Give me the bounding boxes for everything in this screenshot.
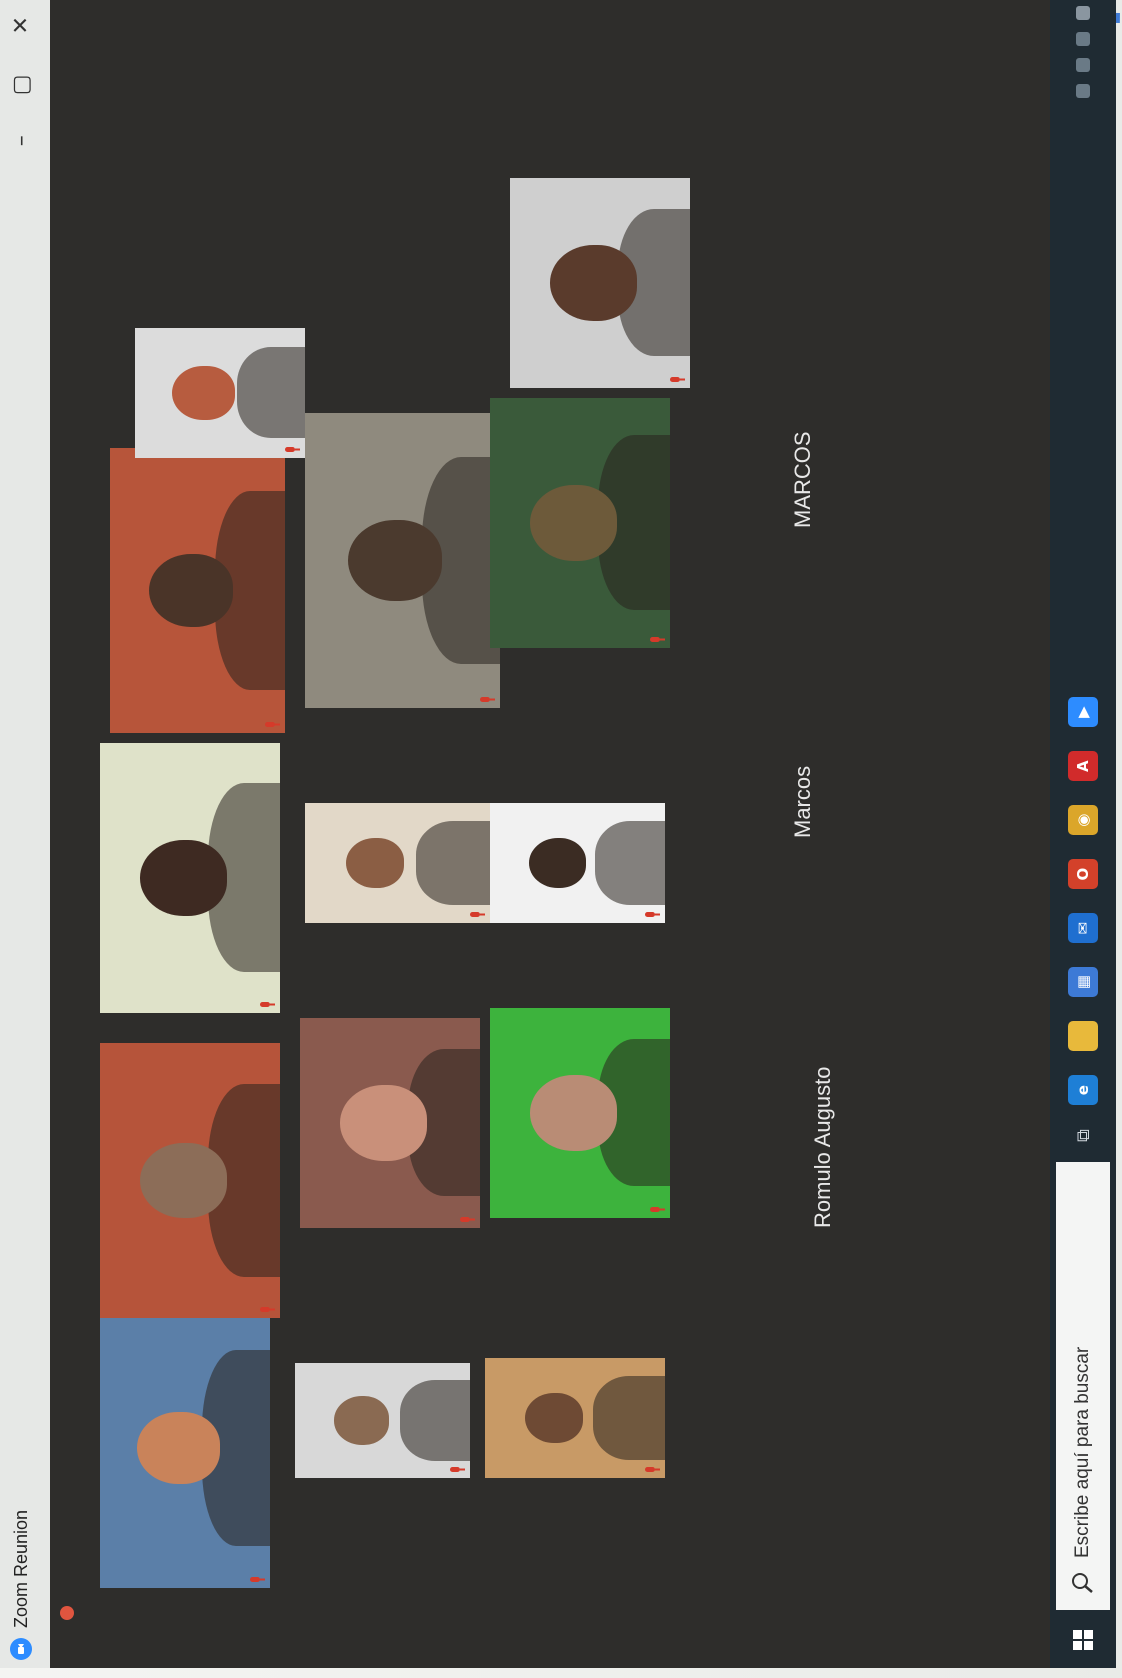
- system-tray: [1076, 0, 1090, 98]
- window-controls: – ▢ ✕: [9, 0, 34, 146]
- pdf-icon[interactable]: A: [1068, 751, 1098, 782]
- participant-video: [110, 448, 285, 733]
- participant-face: [139, 840, 227, 916]
- participant-face: [529, 485, 617, 561]
- participant-video-tile[interactable]: [100, 1308, 270, 1588]
- store-icon[interactable]: ▦: [1068, 967, 1098, 998]
- participant-silhouette: [400, 1380, 470, 1461]
- participant-face: [524, 1392, 583, 1444]
- participant-face: [529, 1075, 617, 1151]
- participant-face: [528, 837, 587, 889]
- participant-video-tile[interactable]: [490, 803, 665, 923]
- mic-muted-icon: [470, 910, 486, 919]
- participant-name-only: MARCOS: [790, 431, 815, 528]
- mic-muted-icon: [260, 1305, 276, 1314]
- mic-muted-icon: [250, 1575, 266, 1584]
- participant-video-tile[interactable]: [135, 328, 305, 458]
- participant-video: [295, 1363, 470, 1478]
- participant-name-only: Marcos: [790, 765, 815, 838]
- window-title: Zoom Reunion: [10, 1509, 31, 1628]
- participant-face: [549, 245, 637, 321]
- participant-silhouette: [416, 821, 490, 905]
- taskbar-apps: e ▦ ✉ O ◉ A ▶: [1068, 697, 1098, 1129]
- mail-icon[interactable]: ✉: [1068, 913, 1098, 944]
- mic-muted-icon: [265, 720, 281, 729]
- participant-video: [100, 1308, 270, 1588]
- participant-video-tile[interactable]: [300, 1018, 480, 1228]
- notifications-icon[interactable]: [1076, 6, 1090, 20]
- window-titlebar: Zoom Reunion – ▢ ✕: [0, 0, 50, 1668]
- participant-face: [347, 519, 443, 602]
- participant-video: [490, 1008, 670, 1218]
- participant-video: [490, 803, 665, 923]
- participant-face: [137, 1412, 220, 1484]
- close-button[interactable]: ✕: [9, 16, 34, 34]
- participant-video-tile[interactable]: [305, 803, 490, 923]
- minimize-button[interactable]: –: [9, 135, 34, 146]
- participant-face: [172, 365, 236, 421]
- participant-video: [490, 398, 670, 648]
- record-indicator-icon: [60, 1606, 74, 1620]
- participant-video: [305, 803, 490, 923]
- mic-muted-icon: [460, 1215, 476, 1224]
- participant-video: [485, 1358, 665, 1478]
- participant-silhouette: [595, 821, 665, 905]
- tray-battery-icon[interactable]: [1076, 32, 1090, 46]
- edge-icon[interactable]: e: [1068, 1075, 1098, 1106]
- participant-face: [345, 837, 404, 889]
- folder-icon[interactable]: [1068, 1021, 1098, 1052]
- windows-logo-icon: [1073, 1630, 1093, 1650]
- participant-video: [100, 1043, 280, 1318]
- mic-muted-icon: [480, 695, 496, 704]
- participant-video: [135, 328, 305, 458]
- participant-video-tile[interactable]: [305, 413, 500, 708]
- participant-video-tile[interactable]: [295, 1363, 470, 1478]
- participant-video: [100, 743, 280, 1013]
- participant-video: [510, 178, 690, 388]
- windows-taskbar: Escribe aquí para buscar ⧉ e ▦ ✉ O ◉ A ▶: [1050, 0, 1116, 1668]
- participant-video-tile[interactable]: [100, 743, 280, 1013]
- participant-silhouette: [237, 347, 305, 439]
- participant-face: [339, 1085, 427, 1161]
- search-placeholder: Escribe aquí para buscar: [1072, 1346, 1093, 1558]
- mic-muted-icon: [285, 445, 301, 454]
- zoom-window: Zoom Reunion – ▢ ✕ Romulo Augusto Marcos…: [0, 0, 1116, 1668]
- tray-network-icon[interactable]: [1076, 84, 1090, 98]
- tray-volume-icon[interactable]: [1076, 58, 1090, 72]
- zoom-icon[interactable]: ▶: [1068, 697, 1098, 728]
- mic-muted-icon: [650, 635, 666, 644]
- participant-video: [305, 413, 500, 708]
- participant-video-tile[interactable]: [490, 1008, 670, 1218]
- maximize-button[interactable]: ▢: [9, 74, 34, 95]
- mic-muted-icon: [670, 375, 686, 384]
- chrome-icon[interactable]: ◉: [1068, 805, 1098, 836]
- participant-video-tile[interactable]: [100, 1043, 280, 1318]
- participant-video-tile[interactable]: [490, 398, 670, 648]
- mic-muted-icon: [645, 910, 661, 919]
- participant-face: [139, 1142, 227, 1219]
- participant-video-tile[interactable]: [110, 448, 285, 733]
- mic-muted-icon: [650, 1205, 666, 1214]
- participant-name-only: Romulo Augusto: [810, 1066, 835, 1228]
- office-icon[interactable]: O: [1068, 859, 1098, 890]
- mic-muted-icon: [645, 1465, 661, 1474]
- mic-muted-icon: [260, 1000, 276, 1009]
- task-view-icon[interactable]: ⧉: [1073, 1129, 1094, 1142]
- participant-video: [300, 1018, 480, 1228]
- search-icon: [1072, 1573, 1093, 1593]
- participant-video-tile[interactable]: [485, 1358, 665, 1478]
- participant-face: [148, 553, 234, 628]
- start-button[interactable]: [1050, 1612, 1116, 1668]
- mic-muted-icon: [450, 1465, 466, 1474]
- zoom-logo-icon: [10, 1638, 32, 1660]
- participant-silhouette: [593, 1376, 665, 1460]
- participant-video-tile[interactable]: [510, 178, 690, 388]
- participant-face: [333, 1396, 390, 1445]
- taskbar-search[interactable]: Escribe aquí para buscar: [1056, 1162, 1110, 1610]
